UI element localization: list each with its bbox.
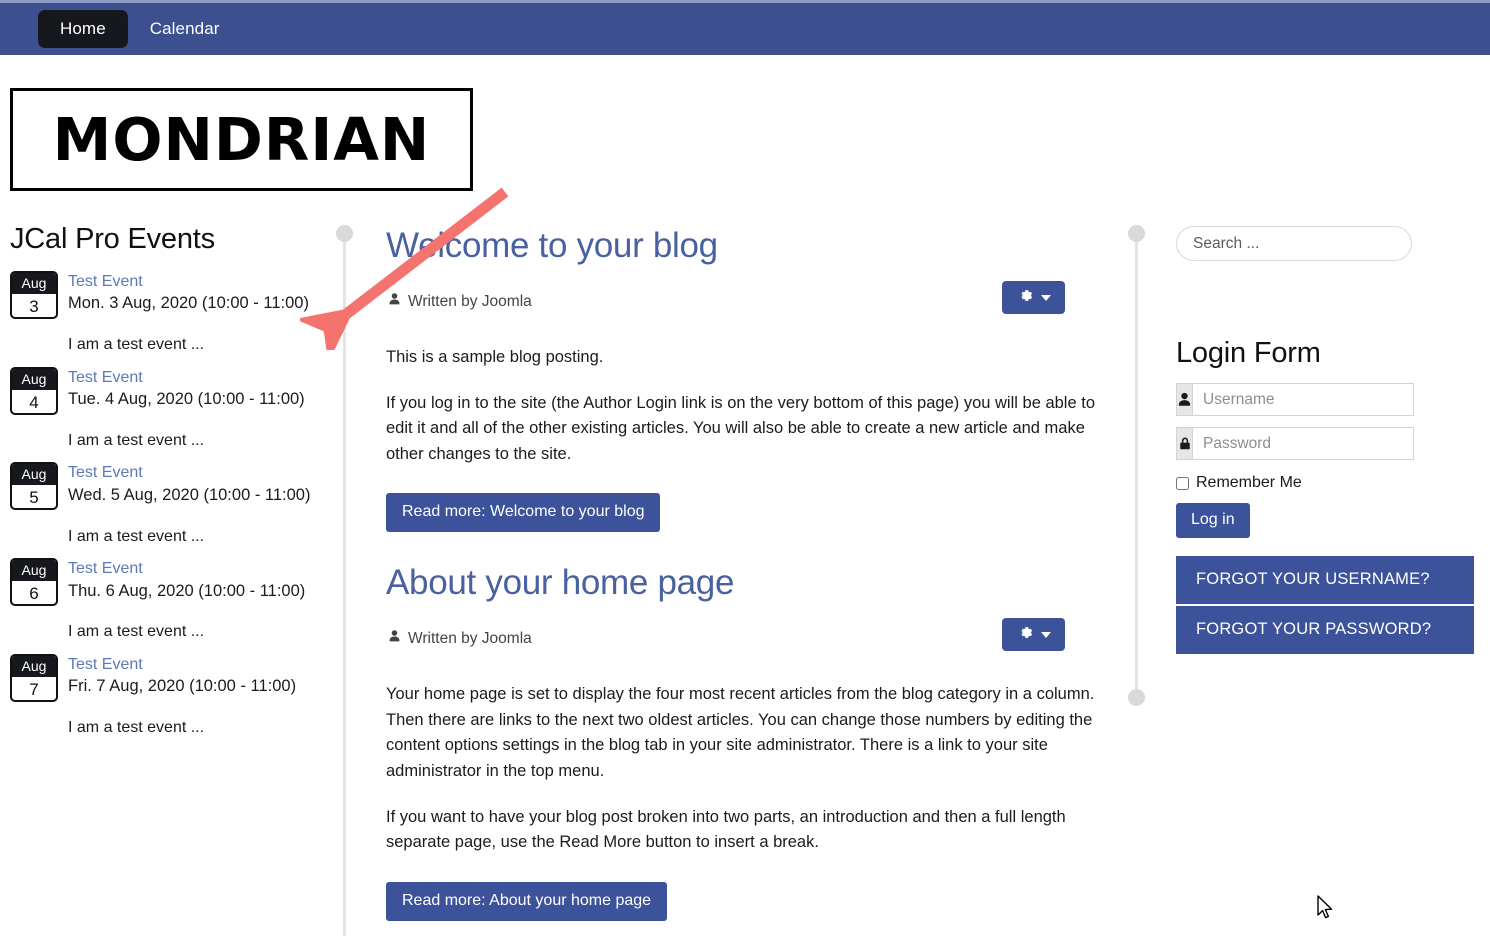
event-list-item: Aug 4 Test Event Tue. 4 Aug, 2020 (10:00 - … — [10, 366, 330, 453]
event-description: I am a test event ... — [68, 336, 205, 354]
log-in-button[interactable]: Log in — [1176, 503, 1250, 538]
main-menu: Home Calendar — [38, 3, 242, 55]
event-date-badge: Aug 7 — [10, 653, 58, 702]
event-day: 3 — [29, 296, 39, 316]
event-title-link[interactable]: Test Event — [68, 271, 330, 293]
article-paragraph: This is a sample blog posting. — [386, 348, 604, 366]
event-list-item: Aug 6 Test Event Thu. 6 Aug, 2020 (10:00 - … — [10, 557, 330, 644]
event-month: Aug — [12, 464, 56, 486]
event-month: Aug — [12, 655, 56, 677]
article-paragraph: Your home page is set to display the fou… — [386, 685, 1095, 780]
left-sidebar: JCal Pro Events Aug 3 Test Event Mon. 3 Aug… — [10, 222, 330, 749]
chevron-down-icon — [1040, 631, 1051, 638]
username-input[interactable] — [1192, 383, 1414, 416]
byline-text: Written by Joomla — [408, 629, 532, 647]
remember-me-label[interactable]: Remember Me — [1196, 474, 1302, 492]
article: Welcome to your blog Written by Joomla Thi… — [386, 225, 1098, 533]
article: About your home page Written by Joomla You… — [386, 562, 1098, 921]
event-description: I am a test event ... — [68, 527, 205, 545]
top-navbar: Home Calendar — [0, 0, 1490, 55]
main-content: Welcome to your blog Written by Joomla Thi… — [386, 225, 1098, 921]
article-options-button[interactable] — [1002, 618, 1065, 652]
event-list-item: Aug 3 Test Event Mon. 3 Aug, 2020 (10:00 - … — [10, 270, 330, 357]
left-column-divider — [336, 225, 353, 936]
remember-me-row: Remember Me — [1176, 474, 1476, 492]
event-datetime: Thu. 6 Aug, 2020 (10:00 - 11:00) — [68, 581, 306, 600]
username-field-group — [1176, 383, 1414, 416]
event-date-badge: Aug 6 — [10, 557, 58, 606]
forgot-username-button[interactable]: FORGOT YOUR USERNAME? — [1176, 556, 1474, 604]
read-more-button[interactable]: Read more: Welcome to your blog — [386, 493, 661, 533]
user-icon — [388, 292, 401, 311]
gear-icon — [1017, 287, 1034, 309]
jcal-pro-events-title: JCal Pro Events — [10, 223, 215, 255]
article-paragraph: If you log in to the site (the Author Lo… — [386, 393, 1095, 463]
nav-item-calendar[interactable]: Calendar — [128, 10, 242, 48]
page-root: Home Calendar MONDRIAN JCal Pro Events A… — [0, 0, 1490, 936]
event-body: Test Event Fri. 7 Aug, 2020 (10:00 - 11:0… — [68, 654, 330, 740]
event-day: 4 — [29, 392, 39, 412]
read-more-button[interactable]: Read more: About your home page — [386, 881, 668, 921]
event-title-link[interactable]: Test Event — [68, 462, 330, 484]
chevron-down-icon — [1040, 294, 1051, 301]
event-datetime: Fri. 7 Aug, 2020 (10:00 - 11:00) — [68, 677, 297, 696]
article-title[interactable]: About your home page — [386, 562, 1098, 604]
gear-icon — [1017, 624, 1034, 646]
divider-handle-dot — [1128, 225, 1145, 242]
event-day: 7 — [29, 679, 39, 699]
user-icon — [388, 629, 401, 648]
divider-handle-dot — [1128, 689, 1145, 706]
event-body: Test Event Thu. 6 Aug, 2020 (10:00 - 11:0… — [68, 558, 330, 644]
event-month: Aug — [12, 559, 56, 581]
event-date-badge: Aug 5 — [10, 462, 58, 511]
article-meta-row: Written by Joomla — [386, 618, 1098, 662]
logo-text: MONDRIAN — [52, 105, 431, 174]
user-icon — [1176, 383, 1192, 416]
divider-handle-dot — [336, 225, 353, 242]
event-datetime: Wed. 5 Aug, 2020 (10:00 - 11:00) — [68, 485, 311, 504]
event-body: Test Event Mon. 3 Aug, 2020 (10:00 - 11:0… — [68, 271, 330, 357]
event-description: I am a test event ... — [68, 432, 205, 450]
event-title-link[interactable]: Test Event — [68, 558, 330, 580]
remember-me-checkbox[interactable] — [1176, 476, 1189, 490]
event-day: 6 — [29, 583, 39, 603]
event-description: I am a test event ... — [68, 719, 205, 737]
event-list-item: Aug 7 Test Event Fri. 7 Aug, 2020 (10:00 - … — [10, 653, 330, 740]
article-meta-row: Written by Joomla — [386, 281, 1098, 325]
event-month: Aug — [12, 368, 56, 390]
password-field-group — [1176, 427, 1414, 460]
forgot-password-button[interactable]: FORGOT YOUR PASSWORD? — [1176, 604, 1474, 654]
event-month: Aug — [12, 272, 56, 294]
article-title[interactable]: Welcome to your blog — [386, 225, 1098, 267]
nav-item-home[interactable]: Home — [38, 9, 128, 49]
right-column-divider — [1128, 225, 1145, 706]
articles-list: Welcome to your blog Written by Joomla Thi… — [386, 225, 1098, 921]
event-day: 5 — [29, 488, 39, 508]
event-list-item: Aug 5 Test Event Wed. 5 Aug, 2020 (10:00 - … — [10, 462, 330, 548]
search-input[interactable] — [1176, 226, 1412, 261]
event-body: Test Event Tue. 4 Aug, 2020 (10:00 - 11:0… — [68, 367, 330, 453]
event-datetime: Tue. 4 Aug, 2020 (10:00 - 11:00) — [68, 390, 305, 409]
event-description: I am a test event ... — [68, 623, 205, 641]
password-input[interactable] — [1192, 427, 1414, 460]
event-date-badge: Aug 3 — [10, 270, 58, 319]
login-form-title: Login Form — [1176, 337, 1321, 369]
mouse-cursor — [1317, 895, 1333, 919]
event-body: Test Event Wed. 5 Aug, 2020 (10:00 - 11:0… — [68, 462, 330, 548]
article-byline: Written by Joomla — [388, 629, 532, 648]
article-paragraph: If you want to have your blog post broke… — [386, 807, 1066, 852]
site-logo[interactable]: MONDRIAN — [10, 88, 473, 191]
right-sidebar: Login Form Remember Me Log — [1176, 226, 1476, 654]
event-date-badge: Aug 4 — [10, 366, 58, 415]
events-list: Aug 3 Test Event Mon. 3 Aug, 2020 (10:00 - … — [10, 270, 330, 740]
article-options-button[interactable] — [1002, 281, 1065, 314]
event-title-link[interactable]: Test Event — [68, 367, 330, 389]
event-datetime: Mon. 3 Aug, 2020 (10:00 - 11:00) — [68, 294, 309, 313]
lock-icon — [1176, 427, 1192, 460]
event-title-link[interactable]: Test Event — [68, 654, 330, 676]
byline-text: Written by Joomla — [408, 292, 532, 310]
article-byline: Written by Joomla — [388, 292, 532, 311]
forgot-links-list: FORGOT YOUR USERNAME? FORGOT YOUR PASSWO… — [1176, 556, 1474, 654]
